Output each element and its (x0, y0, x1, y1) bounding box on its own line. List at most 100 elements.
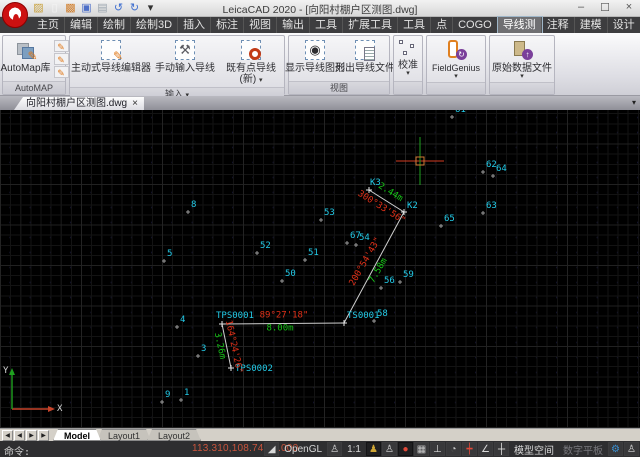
app-logo-icon[interactable] (2, 2, 28, 28)
layout-tab-model[interactable]: Model (53, 429, 101, 441)
command-line[interactable]: 命令: (4, 443, 30, 457)
calibrate-icon (399, 40, 417, 58)
automap-mini-button-2[interactable]: ✎ (54, 53, 69, 65)
maximize-button[interactable]: ☐ (598, 1, 612, 14)
point-label: 54 (359, 234, 370, 243)
existing-point-traverse-button[interactable]: 既有点导线 (新) ▾ (219, 37, 283, 86)
calibrate-button[interactable]: 校准 ▾ (396, 37, 420, 80)
show-traverse-icon: ◉ (304, 39, 326, 61)
menu-tab-点[interactable]: 点 (431, 17, 453, 33)
angle-snap-icon[interactable]: ∠ (478, 442, 493, 456)
automap-mini-button-3[interactable]: ✎ (54, 66, 69, 78)
ribbon-group-rawdata: ↑ 原始数据文件 ▾ (489, 35, 555, 95)
layout-nav-buttons: ◀◀▶▶ (2, 430, 49, 441)
menu-tab-编辑[interactable]: 编辑 (65, 17, 98, 33)
point-label: 64 (496, 165, 507, 174)
menu-tab-工具[interactable]: 工具 (398, 17, 431, 33)
grid-icon[interactable]: ▦ (414, 442, 429, 456)
settings-gear-icon[interactable]: ⚙ (608, 442, 623, 456)
user-icon[interactable]: ♙ (327, 442, 342, 456)
layout-nav-icon-1[interactable]: ◀ (14, 430, 25, 441)
ucs-arrowhead (48, 406, 55, 412)
doc-tabs-menu-icon[interactable]: ▾ (632, 98, 636, 107)
menu-tab-绘制[interactable]: 绘制 (98, 17, 131, 33)
cad-geometry (0, 110, 640, 428)
polar-tracking-icon[interactable]: ◔ (446, 442, 461, 456)
annotation-scale-label[interactable]: 1:1 (343, 444, 365, 455)
view-group-label[interactable]: 视图 (289, 81, 389, 94)
menu-tab-输出[interactable]: 输出 (277, 17, 310, 33)
ribbon-group-calibrate: 校准 ▾ (393, 35, 423, 95)
point-label: 56 (384, 277, 395, 286)
station-label: TS0001 (347, 312, 380, 321)
automap-mini-button-1[interactable]: ✎ (54, 40, 69, 52)
window-title: LeicaCAD 2020 - [向阳村棚户区测图.dwg] (0, 2, 640, 17)
ribbon: ✎ AutoMap库 ✎ ✎ ✎ AutoMAP ✎ 主动式导线编辑器 (0, 33, 640, 96)
status-bar: 命令: 113.310,108.743,0.000 ◢OpenGL♙1:1♟♙●… (0, 441, 640, 457)
manual-input-traverse-button[interactable]: ⚒ 手动输入导线 (151, 37, 219, 86)
menu-tab-建模[interactable]: 建模 (575, 17, 608, 33)
point-label: 59 (403, 271, 414, 280)
raw-data-icon: ↑ (511, 39, 533, 61)
point-label: 4 (180, 316, 185, 325)
model-space-label[interactable]: 模型空间 (510, 442, 558, 457)
document-close-icon[interactable]: × (132, 97, 138, 110)
user-add-icon[interactable]: ♙ (382, 442, 397, 456)
existing-points-icon (240, 39, 262, 61)
ucs-x-label: X (57, 405, 62, 414)
menu-tab-视图[interactable]: 视图 (244, 17, 277, 33)
tablet-label: 数字平板 (559, 442, 607, 457)
station-label: K2 (407, 202, 418, 211)
automap-icon: ✎ (15, 39, 37, 61)
layout-nav-icon-0[interactable]: ◀ (2, 430, 13, 441)
ribbon-group-automap: ✎ AutoMap库 ✎ ✎ ✎ AutoMAP (2, 35, 66, 95)
user-small-icon[interactable]: ♙ (624, 442, 639, 456)
menu-tab-设计[interactable]: 设计 (608, 17, 640, 33)
dynamic-ucs-icon[interactable]: ◢ (264, 442, 279, 456)
list-traverse-icon (354, 39, 376, 61)
automap-lib-button[interactable]: ✎ AutoMap库 (0, 37, 53, 80)
ortho-icon[interactable]: ⊥ (430, 442, 445, 456)
osnap-icon[interactable]: ┿ (462, 442, 477, 456)
show-traverse-graphics-button[interactable]: ◉ 显示导线图形 (289, 37, 341, 80)
list-traverse-file-button[interactable]: 列出导线文件 (341, 37, 389, 80)
crosshair-toggle-icon[interactable]: ┼ (494, 442, 509, 456)
ribbon-group-fieldgenius: ↻ FieldGenius ▾ (426, 35, 486, 95)
fieldgenius-button[interactable]: ↻ FieldGenius ▾ (430, 37, 482, 81)
menu-tab-主页[interactable]: 主页 (32, 17, 65, 33)
snap-dot-icon[interactable]: ● (398, 442, 413, 456)
point-label: 61 (455, 110, 466, 115)
layout-nav-icon-2[interactable]: ▶ (26, 430, 37, 441)
menu-tab-扩展工具[interactable]: 扩展工具 (343, 17, 398, 33)
menu-tab-导线测[interactable]: 导线测 (498, 17, 542, 33)
point-label: 53 (324, 209, 335, 218)
minimize-button[interactable]: – (574, 1, 588, 14)
users-icon[interactable]: ♟ (366, 442, 381, 456)
ribbon-group-input: ✎ 主动式导线编辑器 ⚒ 手动输入导线 既有点导线 (新) ▾ (69, 35, 285, 95)
menu-tab-工具[interactable]: 工具 (310, 17, 343, 33)
distance-annotation: 8.00m (266, 325, 293, 334)
point-label: 5 (167, 250, 172, 259)
layout-tab-layout2[interactable]: Layout2 (147, 429, 201, 441)
point-label: 52 (260, 242, 271, 251)
drawing-canvas[interactable]: 6162646365538552515067545659584391TPS000… (0, 110, 640, 428)
document-tab[interactable]: 向阳村棚户区测图.dwg × (14, 97, 144, 110)
automap-group-label[interactable]: AutoMAP (3, 81, 65, 94)
layout-tab-layout1[interactable]: Layout1 (97, 429, 151, 441)
ucs-y-label: Y (3, 367, 8, 376)
menu-tab-绘制3D[interactable]: 绘制3D (131, 17, 178, 33)
menu-tab-COGO[interactable]: COGO (453, 17, 498, 33)
raw-data-file-button[interactable]: ↑ 原始数据文件 ▾ (490, 37, 554, 81)
layout-nav-icon-3[interactable]: ▶ (38, 430, 49, 441)
opengl-label: OpenGL (280, 444, 326, 455)
active-traverse-editor-button[interactable]: ✎ 主动式导线编辑器 (71, 37, 151, 86)
dropdown-arrow-icon: ▾ (259, 77, 263, 84)
menu-tab-注释[interactable]: 注释 (542, 17, 575, 33)
ucs-arrowhead (9, 368, 15, 375)
menu-tab-标注[interactable]: 标注 (211, 17, 244, 33)
station-label: TPS0001 (216, 312, 254, 321)
close-button[interactable]: × (622, 1, 636, 14)
menu-tab-插入[interactable]: 插入 (178, 17, 211, 33)
point-label: 63 (486, 202, 497, 211)
point-label: 51 (308, 249, 319, 258)
